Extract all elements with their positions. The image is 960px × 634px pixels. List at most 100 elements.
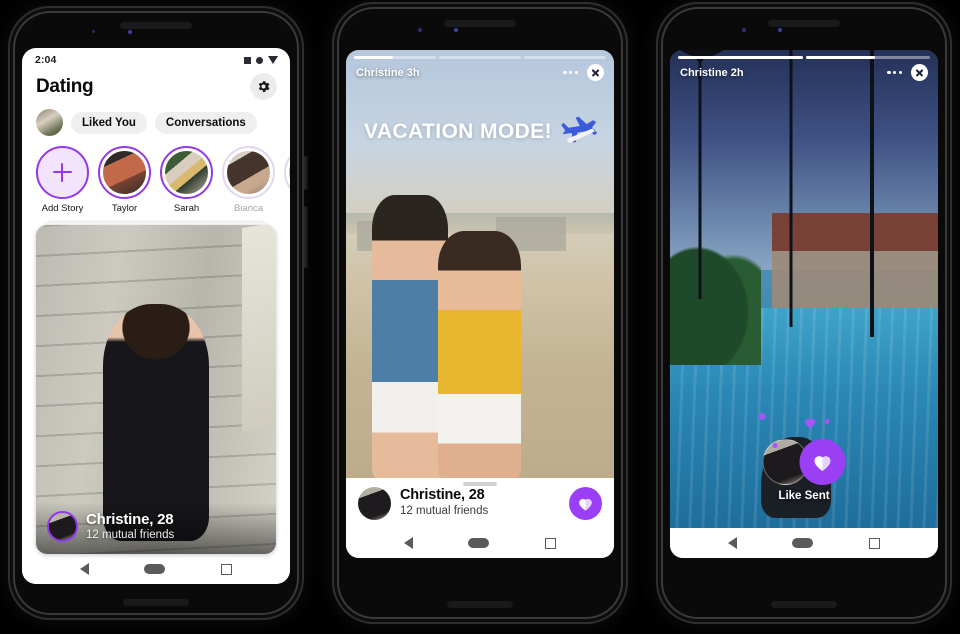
story-header-actions [887,64,928,81]
sensor-dot [454,28,458,32]
side-button-power[interactable] [304,206,308,268]
story-add-story[interactable]: Add Story [36,146,89,214]
close-icon[interactable] [587,64,604,81]
profile-meta: Christine, 28 12 mutual friends [400,487,488,520]
plus-icon [53,163,72,182]
bottom-speaker [123,599,189,606]
sheet-grabber[interactable] [463,482,497,486]
recents-icon[interactable] [545,537,557,549]
status-bar-time: 2:04 [35,54,57,66]
status-bar: 2:04 [22,48,290,68]
recents-icon[interactable] [221,563,233,575]
back-icon[interactable] [403,537,413,549]
palm-tree [868,50,875,337]
story-ring-unseen [98,146,151,199]
android-nav-bar [670,528,938,558]
square-icon [244,56,251,64]
story-partial[interactable]: Sp [284,146,290,214]
profile-mutual-friends: 12 mutual friends [400,505,489,518]
story-ring-seen [284,146,290,199]
circle-icon [256,56,263,64]
earpiece-speaker [120,22,192,29]
filter-row: Liked You Conversations [22,102,290,136]
palm-tree [670,50,738,299]
profile-mutual-friends: 12 mutual friends [86,529,175,542]
story-thumbnail [226,150,271,195]
story-header: Christine 2h [680,64,928,81]
story-viewer[interactable]: Christine 3h VACATION MODE! [346,50,614,478]
close-icon[interactable] [911,64,928,81]
story-label: Bianca [233,203,264,214]
stories-carousel[interactable]: Add Story Taylor Sarah Bianca [22,136,290,214]
story-viewer[interactable]: Christine 2h Like Sent [670,50,938,528]
sparkle-dot [824,419,830,424]
more-options-icon[interactable] [563,70,578,75]
story-progress-segment [805,56,930,59]
palm-tree [788,50,794,328]
gear-icon [258,81,270,92]
story-label: Sp [284,203,290,214]
story-progress-bars [678,56,930,59]
sparkle-dot [758,413,766,420]
like-sent-confirmation: Like Sent [758,413,846,502]
back-icon[interactable] [79,563,89,575]
phone-2-screen: Christine 3h VACATION MODE! Christine, 2… [346,50,614,558]
camera-dot [418,28,422,32]
like-sent-label: Like Sent [778,490,830,502]
sensor-dot [778,28,782,32]
home-icon[interactable] [144,564,166,574]
user-avatar[interactable] [36,109,63,136]
profile-avatar[interactable] [358,487,391,520]
story-label: Taylor [111,203,138,214]
story-progress-segment [678,56,803,59]
android-nav-bar [22,554,290,584]
page-title: Dating [36,75,94,97]
story-progress-segment [524,56,606,59]
profile-meta: Christine, 28 12 mutual friends [86,511,174,543]
side-button-mute[interactable] [304,156,308,190]
story-progress-segment [354,56,436,59]
sparkle-dot [772,443,778,448]
phone-device-2: Christine 3h VACATION MODE! Christine, 2… [329,0,631,627]
phone-device-3: Christine 2h Like Sent [653,0,955,627]
home-icon[interactable] [792,538,814,548]
story-author: Christine 3h [356,66,420,79]
bottom-speaker [447,601,513,608]
story-ring-seen [222,146,275,199]
profile-card[interactable]: Christine, 28 12 mutual friends [36,225,276,554]
filter-liked-you[interactable]: Liked You [71,111,147,134]
story-footer-profile: Christine, 28 12 mutual friends [346,478,614,528]
profile-name: Christine, 28 [400,487,485,504]
earpiece-speaker [444,20,516,27]
screenshot-stage: 2:04 Dating Liked You Conversations Add … [0,0,960,634]
earpiece-speaker [768,20,840,27]
story-thumbnail [102,150,147,195]
story-progress-segment [439,56,521,59]
home-icon[interactable] [468,538,490,548]
back-icon[interactable] [727,537,737,549]
android-nav-bar [346,528,614,558]
story-bianca[interactable]: Bianca [222,146,275,214]
camera-dot [742,28,746,32]
filter-conversations[interactable]: Conversations [154,111,257,134]
recents-icon[interactable] [869,537,881,549]
photo-railing [242,225,276,433]
story-label: Add Story [41,203,84,214]
heart-icon [579,498,592,511]
more-options-icon[interactable] [887,70,902,75]
profile-avatar[interactable] [47,511,78,543]
story-thumbnail [164,150,209,195]
like-button[interactable] [569,487,602,520]
phone-device-1: 2:04 Dating Liked You Conversations Add … [5,3,308,623]
story-taylor[interactable]: Taylor [98,146,151,214]
story-header-actions [563,64,604,81]
story-sarah[interactable]: Sarah [160,146,213,214]
story-author: Christine 2h [680,66,744,79]
story-header: Christine 3h [356,64,604,81]
photo-subjects [367,170,603,478]
story-ring-unseen [160,146,213,199]
photo-person [438,231,521,478]
settings-button[interactable] [250,73,277,100]
photo-vegetation [670,231,762,366]
phone-3-screen: Christine 2h Like Sent [670,50,938,558]
